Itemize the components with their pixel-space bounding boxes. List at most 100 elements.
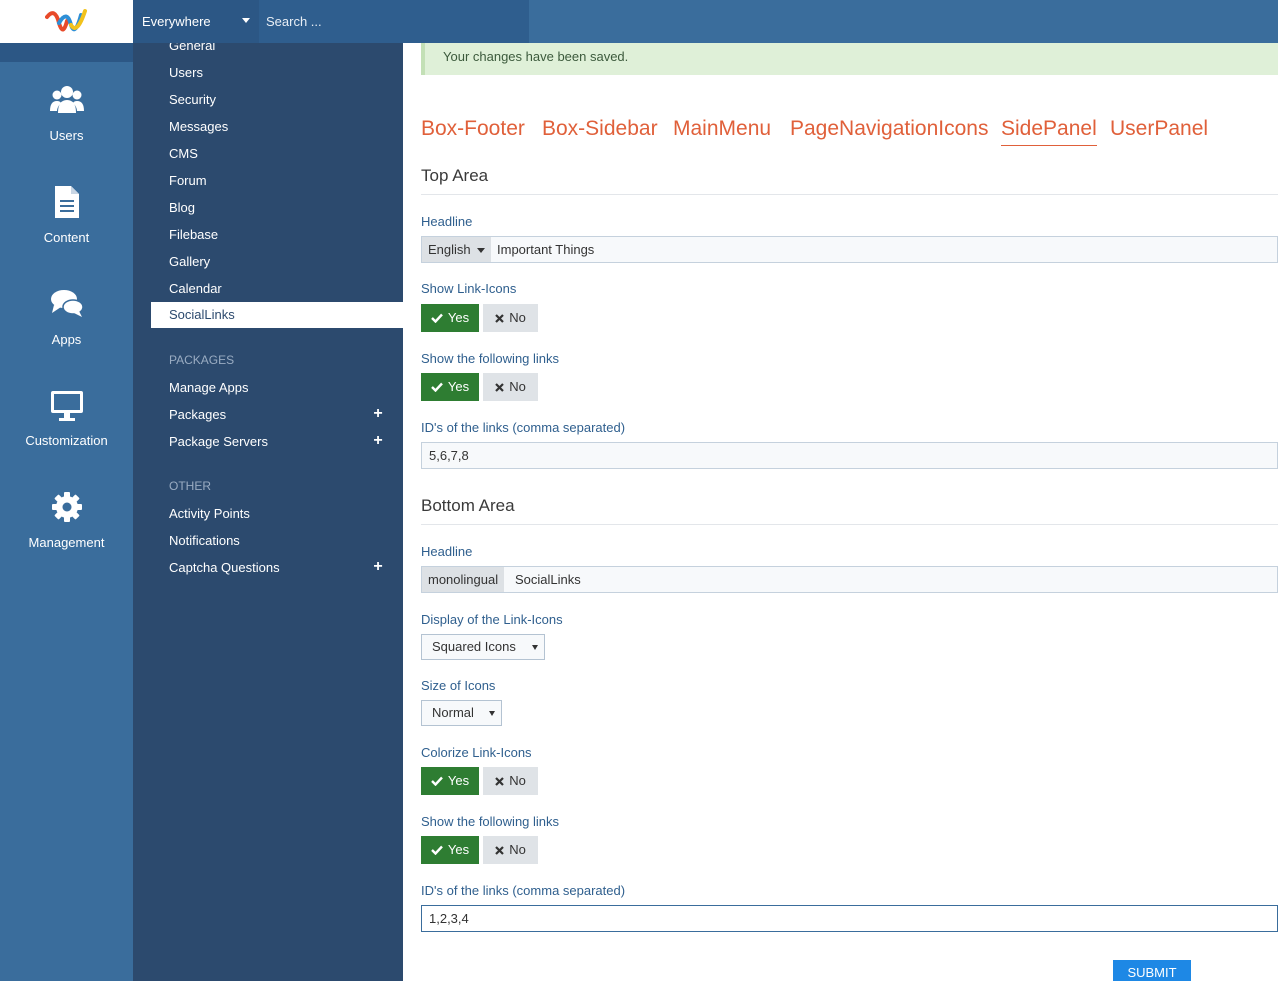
link-ids-label: ID's of the links (comma separated) (421, 883, 626, 898)
display-link-icons-label: Display of the Link-Icons (421, 612, 563, 627)
tab-userpanel[interactable]: UserPanel (1110, 117, 1208, 141)
plus-icon[interactable]: + (371, 433, 385, 449)
search-scope-dropdown[interactable]: Everywhere (133, 0, 259, 43)
link-ids-input[interactable] (421, 905, 1278, 932)
search-scope-label: Everywhere (142, 14, 211, 29)
plus-icon[interactable]: + (371, 559, 385, 575)
main-menu: Users Content Apps Customization Managem… (0, 43, 133, 981)
sub-menu-item-calendar[interactable]: Calendar (169, 281, 222, 296)
tab-pagenavigationicons[interactable]: PageNavigationIcons (790, 117, 988, 141)
show-link-icons-label: Show Link-Icons (421, 281, 517, 296)
icon-size-select[interactable]: Normal (421, 700, 502, 726)
sub-menu-item-captcha-questions[interactable]: Captcha Questions (169, 560, 280, 575)
language-label: English (428, 242, 471, 257)
sub-menu-item-blog[interactable]: Blog (169, 200, 195, 215)
headline-input[interactable] (515, 567, 1255, 592)
yes-label: Yes (447, 773, 470, 788)
no-label: No (509, 773, 526, 788)
success-notice: Your changes have been saved. (421, 43, 1278, 75)
headline-label: Headline (421, 544, 473, 559)
headline-label: Headline (421, 214, 473, 229)
main-menu-content[interactable]: Content (0, 185, 133, 285)
chevron-down-icon (476, 248, 485, 254)
language-tag: monolingual (422, 567, 505, 592)
check-icon (431, 382, 443, 392)
check-icon (431, 313, 443, 323)
sub-menu-item-general[interactable]: General (169, 43, 215, 53)
main-menu-label: Customization (25, 433, 108, 448)
no-label: No (509, 379, 526, 394)
check-icon (431, 776, 443, 786)
search-input[interactable] (259, 0, 529, 43)
sub-menu-heading-other: OTHER (169, 479, 211, 493)
sub-menu-item-packages[interactable]: Packages (169, 407, 226, 422)
yes-label: Yes (447, 310, 470, 325)
logo[interactable] (0, 0, 133, 43)
close-icon (495, 845, 504, 855)
no-button[interactable]: No (483, 373, 538, 401)
chat-icon (50, 290, 84, 317)
main-menu-label: Content (43, 230, 90, 245)
select-value: Squared Icons (432, 639, 516, 654)
link-ids-input[interactable] (421, 442, 1278, 469)
main-menu-customization[interactable]: Customization (0, 388, 133, 488)
sub-menu-item-cms[interactable]: CMS (169, 146, 198, 161)
main-menu-management[interactable]: Management (0, 490, 133, 590)
no-label: No (509, 842, 526, 857)
sub-menu-item-activity-points[interactable]: Activity Points (169, 506, 250, 521)
sub-menu-heading-packages: PACKAGES (169, 353, 235, 367)
main-menu-apps[interactable]: Apps (0, 287, 133, 387)
chevron-down-icon (489, 711, 495, 716)
tab-box-sidebar[interactable]: Box-Sidebar (542, 117, 658, 141)
sub-menu-item-filebase[interactable]: Filebase (169, 227, 218, 242)
yes-button[interactable]: Yes (421, 767, 479, 795)
close-icon (495, 776, 504, 786)
display-link-icons-select[interactable]: Squared Icons (421, 634, 545, 660)
chevron-down-icon (532, 645, 538, 650)
main-menu-label: Apps (51, 332, 82, 347)
sub-menu-item-package-servers[interactable]: Package Servers (169, 434, 268, 449)
colorize-link-icons-label: Colorize Link-Icons (421, 745, 532, 760)
language-selector[interactable]: English (422, 237, 491, 262)
no-button[interactable]: No (483, 767, 538, 795)
no-label: No (509, 310, 526, 325)
link-ids-label: ID's of the links (comma separated) (421, 420, 626, 435)
main-menu-users[interactable]: Users (0, 83, 133, 183)
chevron-down-icon (242, 18, 250, 23)
main-menu-label: Management (28, 535, 105, 550)
yes-label: Yes (447, 379, 470, 394)
section-title-top-area: Top Area (421, 166, 489, 185)
yes-button[interactable]: Yes (421, 304, 479, 332)
sub-menu-item-sociallinks[interactable]: SocialLinks (151, 302, 403, 328)
gear-icon (51, 492, 82, 522)
check-icon (431, 845, 443, 855)
headline-field: monolingual (421, 566, 1278, 593)
sub-menu: General Users Security Messages CMS Foru… (133, 43, 403, 981)
no-button[interactable]: No (483, 304, 538, 332)
yes-button[interactable]: Yes (421, 373, 479, 401)
no-button[interactable]: No (483, 836, 538, 864)
sub-menu-item-gallery[interactable]: Gallery (169, 254, 210, 269)
monitor-icon (50, 391, 83, 421)
icon-size-label: Size of Icons (421, 678, 496, 693)
sub-menu-item-notifications[interactable]: Notifications (169, 533, 240, 548)
sub-menu-item-messages[interactable]: Messages (169, 119, 228, 134)
tab-box-footer[interactable]: Box-Footer (421, 117, 525, 141)
close-icon (495, 382, 504, 392)
plus-icon[interactable]: + (371, 406, 385, 422)
main-menu-label: Users (49, 128, 84, 143)
sub-menu-item-manage-apps[interactable]: Manage Apps (169, 380, 249, 395)
tab-sidepanel[interactable]: SidePanel (1001, 117, 1097, 146)
tab-mainmenu[interactable]: MainMenu (673, 117, 771, 141)
show-links-label: Show the following links (421, 814, 560, 829)
main-content: Your changes have been saved. Box-Footer… (403, 43, 1278, 981)
sub-menu-item-security[interactable]: Security (169, 92, 216, 107)
sub-menu-item-users[interactable]: Users (169, 65, 203, 80)
sub-menu-item-forum[interactable]: Forum (169, 173, 207, 188)
yes-button[interactable]: Yes (421, 836, 479, 864)
users-icon (49, 86, 84, 113)
close-icon (495, 313, 504, 323)
submit-button[interactable]: Submit (1113, 960, 1191, 981)
show-links-label: Show the following links (421, 351, 560, 366)
headline-input[interactable] (497, 237, 1257, 262)
